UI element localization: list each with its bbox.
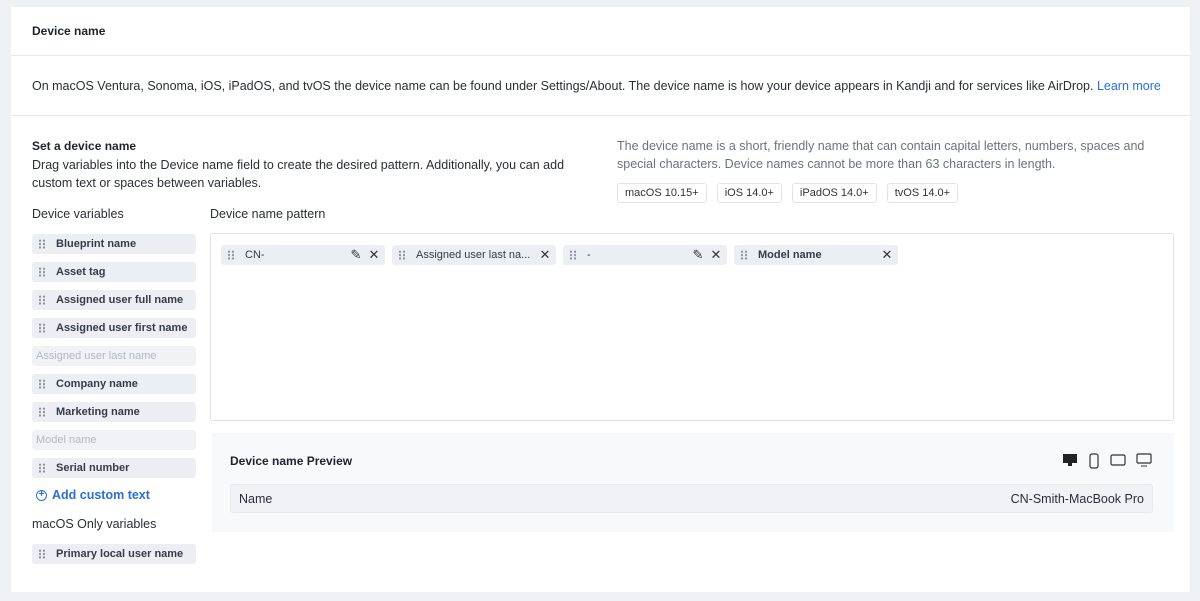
variable-chip[interactable]: Asset tag [32,262,196,282]
plus-circle-icon: + [36,489,47,501]
drag-handle-icon [38,549,46,559]
phone-icon[interactable] [1088,453,1100,469]
pencil-icon[interactable]: ✎ [691,247,705,263]
divider [11,115,1190,116]
preview-title: Device name Preview [230,454,353,468]
variable-chip[interactable]: Serial number [32,458,196,478]
variable-chip: Model name [32,430,196,450]
pattern-chip[interactable]: Assigned user last na... ✕ [392,245,556,265]
pencil-icon[interactable]: ✎ [349,247,363,263]
preview-panel: Device name Preview Name CN-Smith-MacBook… [212,433,1174,532]
drag-handle-icon [38,379,46,389]
variable-chip[interactable]: Company name [32,374,196,394]
divider [11,55,1190,56]
drag-handle-icon [398,250,406,260]
variable-chip: Assigned user last name [32,346,196,366]
close-icon[interactable]: ✕ [709,247,723,263]
close-icon[interactable]: ✕ [367,247,381,263]
preview-name-row: Name CN-Smith-MacBook Pro [230,484,1153,513]
drag-handle-icon [38,407,46,417]
drag-handle-icon [740,250,748,260]
drag-handle-icon [227,250,235,260]
tv-icon[interactable] [1136,453,1152,467]
variable-chip[interactable]: Primary local user name [32,544,196,564]
section-title: Device name [32,24,106,38]
add-custom-text-button[interactable]: + Add custom text [36,488,150,502]
drag-handle-icon [38,463,46,473]
pattern-chip[interactable]: Model name ✕ [734,245,898,265]
set-subtitle: Drag variables into the Device name fiel… [32,158,565,190]
pattern-label: Device name pattern [210,207,326,221]
macos-variables-label: macOS Only variables [32,517,157,531]
variable-chip[interactable]: Marketing name [32,402,196,422]
preview-name-value: CN-Smith-MacBook Pro [1010,491,1144,506]
drag-handle-icon [38,323,46,333]
pattern-chip[interactable]: - ✎ ✕ [563,245,727,265]
close-icon[interactable]: ✕ [880,247,894,263]
os-badge: iPadOS 14.0+ [791,183,877,203]
device-toggle [1062,453,1152,469]
pattern-chip[interactable]: CN- ✎ ✕ [221,245,385,265]
set-title: Set a device name [32,139,137,153]
pattern-dropzone[interactable]: CN- ✎ ✕ Assigned user last na... ✕ - ✎ ✕ Mode… [210,233,1174,421]
device-name-card: Device name On macOS Ventura, Sonoma, iO… [11,7,1190,592]
desktop-icon[interactable] [1062,453,1078,467]
variables-label: Device variables [32,207,124,221]
length-note: The device name is a short, friendly nam… [617,139,1145,171]
tablet-icon[interactable] [1110,453,1126,467]
learn-more-link[interactable]: Learn more [1097,79,1161,93]
os-badge: macOS 10.15+ [617,183,707,203]
drag-handle-icon [38,295,46,305]
close-icon[interactable]: ✕ [538,247,552,263]
drag-handle-icon [569,250,577,260]
os-badge: tvOS 14.0+ [886,183,959,203]
description: On macOS Ventura, Sonoma, iOS, iPadOS, a… [32,79,1161,93]
drag-handle-icon [38,267,46,277]
variable-chip[interactable]: Assigned user full name [32,290,196,310]
os-badge: iOS 14.0+ [716,183,782,203]
variable-chip[interactable]: Assigned user first name [32,318,196,338]
drag-handle-icon [38,239,46,249]
variable-chip[interactable]: Blueprint name [32,234,196,254]
os-badges: macOS 10.15+ iOS 14.0+ iPadOS 14.0+ tvOS… [617,183,959,203]
